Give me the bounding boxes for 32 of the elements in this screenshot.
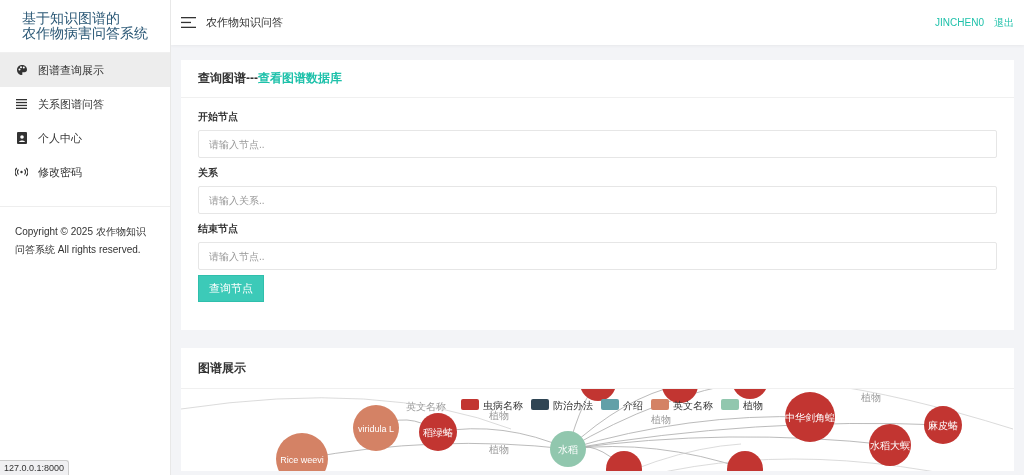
graph-node[interactable]: viridula L [353,405,399,451]
legend-item[interactable]: 防治办法 [531,399,593,411]
graph-node[interactable]: Rice weevi [276,433,328,471]
edge-label: 英文名称 [406,401,446,412]
edge-label: 植物 [861,392,881,403]
sidebar-item[interactable]: 关系图谱问答 [0,87,170,121]
field-label: 关系 [198,166,218,180]
field-label: 开始节点 [198,110,238,124]
input-field[interactable]: 请输入节点.. [198,130,997,158]
graph-node[interactable]: 水稻大螟 [869,424,911,466]
input-field[interactable]: 请输入节点.. [198,242,997,270]
graph-node[interactable]: 稻绿蝽 [419,413,457,451]
sidebar-item[interactable]: 修改密码 [0,155,170,189]
legend-item[interactable]: 英文名称 [651,399,713,411]
input-field[interactable]: 请输入关系.. [198,186,997,214]
edge-label: 植物 [651,414,671,425]
sidebar-item[interactable]: 图谱查询展示 [0,53,170,87]
edge-label: 植物 [489,410,509,421]
status-url: 127.0.0.1:8000 [0,460,70,475]
sidebar-item[interactable]: 个人中心 [0,121,170,155]
card-title: 图谱展示 [198,359,246,377]
graph-node[interactable]: 麻皮蝽 [924,406,962,444]
graph-node[interactable]: 中华剑角蝗 [785,392,835,442]
page-title: 农作物知识问答 [206,15,283,30]
card-title: 查询图谱---查看图谱数据库 [198,70,342,87]
copyright-text: Copyright © 2025 农作物知识问答系统 All rights reserved. [14,225,147,257]
app-title: 基于知识图谱的 农作物病害问答系统 [22,11,148,41]
edge-label: 植物 [489,444,509,455]
legend-item[interactable]: 植物 [721,399,763,411]
legend-item[interactable]: 介绍 [601,399,643,411]
field-label: 结束节点 [198,222,238,236]
legend-item[interactable]: 虫病名称 [461,399,523,411]
